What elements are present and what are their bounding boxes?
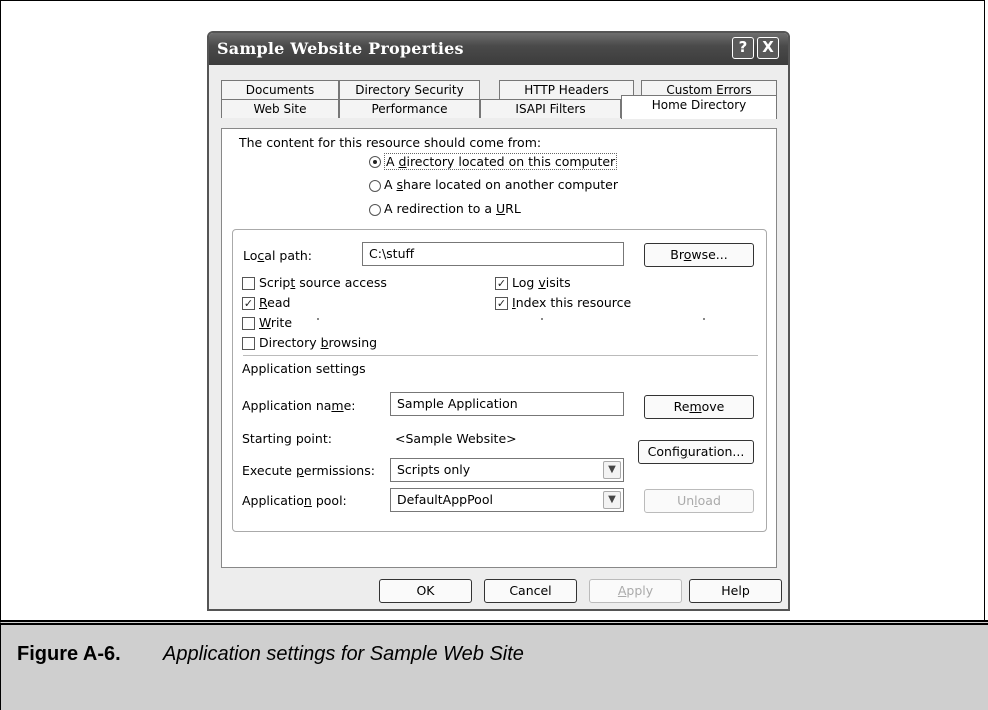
script-source-checkbox[interactable] bbox=[242, 277, 255, 290]
local-path-label: Local path: bbox=[243, 248, 313, 263]
close-button[interactable]: X bbox=[757, 37, 779, 59]
radio-network-share[interactable] bbox=[369, 180, 381, 192]
application-pool-label: Application pool: bbox=[242, 493, 347, 508]
tab-performance[interactable]: Performance bbox=[339, 99, 480, 118]
local-path-input[interactable]: C:\stuff bbox=[362, 242, 624, 266]
tab-directory-security[interactable]: Directory Security bbox=[339, 80, 480, 99]
starting-point-value: <Sample Website> bbox=[395, 431, 517, 446]
radio-local-directory[interactable] bbox=[369, 156, 381, 168]
write-checkbox[interactable] bbox=[242, 317, 255, 330]
tab-http-headers[interactable]: HTTP Headers bbox=[499, 80, 634, 99]
log-visits-label: Log visits bbox=[512, 275, 571, 290]
decorative-dot bbox=[703, 318, 705, 320]
content-source-label: The content for this resource should com… bbox=[239, 135, 542, 150]
cancel-button[interactable]: Cancel bbox=[484, 579, 577, 603]
apply-button[interactable]: Apply bbox=[589, 579, 682, 603]
title-bar: Sample Website Properties ? X bbox=[209, 33, 788, 65]
unload-button[interactable]: Unload bbox=[644, 489, 754, 513]
chevron-down-icon[interactable]: ▼ bbox=[603, 461, 621, 479]
application-pool-select[interactable]: DefaultAppPool ▼ bbox=[390, 488, 624, 512]
application-name-input[interactable]: Sample Application bbox=[390, 392, 624, 416]
window-title: Sample Website Properties bbox=[217, 39, 464, 58]
tab-documents[interactable]: Documents bbox=[221, 80, 339, 99]
index-resource-checkbox[interactable]: ✓ bbox=[495, 297, 508, 310]
settings-groupbox: Local path: C:\stuff Browse... Script so… bbox=[232, 229, 767, 532]
section-separator bbox=[243, 355, 758, 356]
execute-permissions-label: Execute permissions: bbox=[242, 463, 375, 478]
read-checkbox[interactable]: ✓ bbox=[242, 297, 255, 310]
directory-browsing-label: Directory browsing bbox=[259, 335, 378, 350]
execute-permissions-select[interactable]: Scripts only ▼ bbox=[390, 458, 624, 482]
application-name-label: Application name: bbox=[242, 398, 356, 413]
application-pool-value: DefaultAppPool bbox=[397, 492, 493, 507]
decorative-dot bbox=[317, 318, 319, 320]
tab-isapi-filters[interactable]: ISAPI Filters bbox=[480, 99, 621, 118]
browse-button[interactable]: Browse... bbox=[644, 243, 754, 267]
configuration-button[interactable]: Configuration... bbox=[638, 440, 754, 464]
tab-web-site[interactable]: Web Site bbox=[221, 99, 339, 118]
ok-button[interactable]: OK bbox=[379, 579, 472, 603]
figure-label: Figure A-6. bbox=[17, 643, 121, 665]
application-settings-heading: Application settings bbox=[242, 361, 366, 376]
home-directory-panel: The content for this resource should com… bbox=[221, 128, 777, 568]
remove-button[interactable]: Remove bbox=[644, 395, 754, 419]
log-visits-checkbox[interactable]: ✓ bbox=[495, 277, 508, 290]
index-resource-label: Index this resource bbox=[512, 295, 632, 310]
radio-redirect-url-label[interactable]: A redirection to a URL bbox=[384, 201, 521, 216]
help-title-button[interactable]: ? bbox=[732, 37, 754, 59]
radio-redirect-url[interactable] bbox=[369, 204, 381, 216]
execute-permissions-value: Scripts only bbox=[397, 462, 471, 477]
radio-network-share-label[interactable]: A share located on another computer bbox=[384, 177, 618, 192]
starting-point-label: Starting point: bbox=[242, 431, 332, 446]
write-label: Write bbox=[259, 315, 293, 330]
read-label: Read bbox=[259, 295, 291, 310]
figure-caption-text: Application settings for Sample Web Site bbox=[163, 643, 524, 665]
script-source-label: Script source access bbox=[259, 275, 387, 290]
help-button[interactable]: Help bbox=[689, 579, 782, 603]
directory-browsing-checkbox[interactable] bbox=[242, 337, 255, 350]
radio-local-directory-label[interactable]: A directory located on this computer bbox=[384, 153, 618, 170]
tab-home-directory[interactable]: Home Directory bbox=[621, 95, 777, 119]
figure-caption: Figure A-6. Application settings for Sam… bbox=[0, 620, 988, 710]
chevron-down-icon[interactable]: ▼ bbox=[603, 491, 621, 509]
properties-dialog: Sample Website Properties ? X Documents … bbox=[207, 31, 790, 611]
decorative-dot bbox=[541, 318, 543, 320]
